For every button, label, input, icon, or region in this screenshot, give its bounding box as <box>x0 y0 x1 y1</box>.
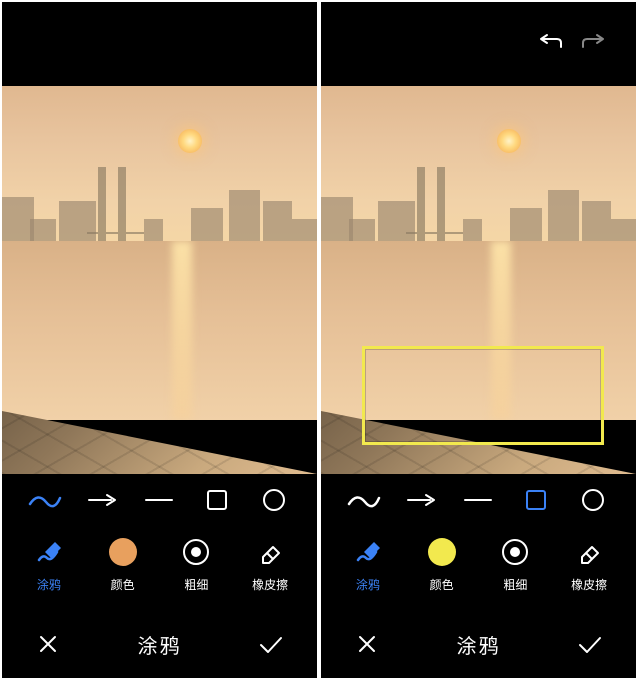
drawn-rectangle[interactable] <box>362 346 604 445</box>
skyline <box>2 167 317 241</box>
eraser-icon <box>569 532 609 572</box>
canvas-image[interactable] <box>321 86 636 474</box>
tool-stroke[interactable]: 粗细 <box>479 532 553 593</box>
tool-color-label: 颜色 <box>430 576 454 593</box>
shape-wave[interactable] <box>23 478 67 522</box>
shape-picker <box>2 474 317 526</box>
canvas-image[interactable] <box>2 86 317 474</box>
tool-stroke-label: 粗细 <box>184 576 208 593</box>
cancel-button[interactable] <box>345 622 389 666</box>
confirm-button[interactable] <box>568 622 612 666</box>
sun <box>497 129 521 153</box>
redo-button[interactable] <box>572 22 616 66</box>
shape-line[interactable] <box>137 478 181 522</box>
shape-arrow[interactable] <box>80 478 124 522</box>
tool-stroke-label: 粗细 <box>503 576 527 593</box>
screen-left: 涂鸦 颜色 粗细 橡皮擦 <box>2 2 317 678</box>
top-bar <box>2 2 317 86</box>
skyline <box>321 167 636 241</box>
stroke-icon <box>176 532 216 572</box>
shape-wave[interactable] <box>342 478 386 522</box>
shape-picker <box>321 474 636 526</box>
shape-square[interactable] <box>514 478 558 522</box>
tool-color[interactable]: 颜色 <box>86 532 160 593</box>
tool-stroke[interactable]: 粗细 <box>160 532 234 593</box>
water <box>2 241 317 419</box>
shape-circle[interactable] <box>571 478 615 522</box>
close-icon <box>355 632 379 656</box>
tool-eraser[interactable]: 橡皮擦 <box>552 532 626 593</box>
shape-circle[interactable] <box>252 478 296 522</box>
shape-line[interactable] <box>456 478 500 522</box>
tool-color[interactable]: 颜色 <box>405 532 479 593</box>
shape-square[interactable] <box>195 478 239 522</box>
undo-icon <box>535 33 565 55</box>
redo-icon <box>579 33 609 55</box>
tool-color-label: 颜色 <box>111 576 135 593</box>
stroke-icon <box>495 532 535 572</box>
confirm-button[interactable] <box>249 622 293 666</box>
close-icon <box>36 632 60 656</box>
tool-doodle[interactable]: 涂鸦 <box>12 532 86 593</box>
screen-title: 涂鸦 <box>389 630 568 659</box>
tool-row: 涂鸦 颜色 粗细 橡皮擦 <box>2 526 317 610</box>
tool-doodle-label: 涂鸦 <box>356 576 380 593</box>
tool-doodle[interactable]: 涂鸦 <box>331 532 405 593</box>
tool-doodle-label: 涂鸦 <box>37 576 61 593</box>
eraser-icon <box>250 532 290 572</box>
doodle-icon <box>348 532 388 572</box>
bottom-bar: 涂鸦 <box>2 610 317 678</box>
sun <box>178 129 202 153</box>
cancel-button[interactable] <box>26 622 70 666</box>
top-bar <box>321 2 636 86</box>
tool-eraser-label: 橡皮擦 <box>571 576 607 593</box>
color-swatch-icon <box>422 532 462 572</box>
bottom-bar: 涂鸦 <box>321 610 636 678</box>
color-swatch-icon <box>103 532 143 572</box>
tool-eraser[interactable]: 橡皮擦 <box>233 532 307 593</box>
screen-title: 涂鸦 <box>70 630 249 659</box>
shape-arrow[interactable] <box>399 478 443 522</box>
check-icon <box>576 632 604 656</box>
check-icon <box>257 632 285 656</box>
doodle-icon <box>29 532 69 572</box>
tool-row: 涂鸦 颜色 粗细 橡皮擦 <box>321 526 636 610</box>
undo-button[interactable] <box>528 22 572 66</box>
screen-right: 涂鸦 颜色 粗细 橡皮擦 <box>321 2 636 678</box>
tool-eraser-label: 橡皮擦 <box>252 576 288 593</box>
